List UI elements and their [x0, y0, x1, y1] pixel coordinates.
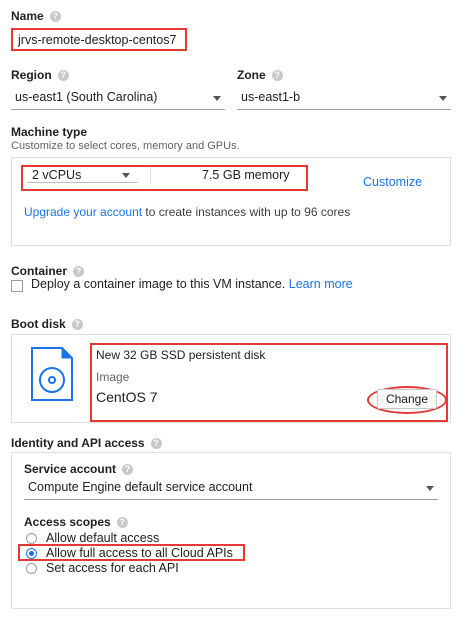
container-checkbox[interactable] — [11, 280, 23, 292]
region-select[interactable]: us-east1 (South Carolina) — [11, 90, 225, 110]
identity-label: Identity and API access — [11, 436, 145, 450]
chevron-down-icon — [426, 486, 434, 491]
scope-option-label: Set access for each API — [46, 561, 179, 575]
name-label: Name — [11, 9, 44, 23]
access-scopes-label: Access scopes — [24, 515, 111, 529]
zone-section-label: Zone? — [237, 68, 283, 82]
container-checkbox-text: Deploy a container image to this VM inst… — [31, 277, 286, 291]
machine-type-highlight — [21, 165, 308, 191]
machine-type-subtitle: Customize to select cores, memory and GP… — [11, 140, 240, 152]
identity-section-label: Identity and API access? — [11, 436, 162, 450]
customize-link[interactable]: Customize — [363, 175, 422, 189]
upgrade-line: Upgrade your account to create instances… — [24, 205, 350, 219]
help-icon[interactable]: ? — [71, 319, 83, 331]
upgrade-account-link[interactable]: Upgrade your account — [24, 205, 142, 219]
name-input-value: jrvs-remote-desktop-centos7 — [18, 33, 177, 47]
scope-option-full-access[interactable]: Allow full access to all Cloud APIs — [24, 546, 264, 562]
container-section-label: Container? — [11, 264, 85, 278]
boot-disk-panel: New 32 GB SSD persistent disk Image Cent… — [11, 334, 451, 423]
help-icon[interactable]: ? — [122, 464, 134, 476]
service-account-value: Compute Engine default service account — [28, 480, 253, 494]
learn-more-link[interactable]: Learn more — [289, 277, 353, 291]
help-icon[interactable]: ? — [49, 11, 61, 23]
disk-icon — [31, 347, 73, 401]
image-label: Image — [96, 370, 130, 384]
region-select-value: us-east1 (South Carolina) — [15, 90, 158, 104]
scope-option-label: Allow full access to all Cloud APIs — [46, 546, 233, 560]
zone-select[interactable]: us-east1-b — [237, 90, 451, 110]
scope-option-label: Allow default access — [46, 531, 160, 545]
scope-option-each-api[interactable]: Set access for each API — [24, 561, 264, 577]
container-checkbox-label: Deploy a container image to this VM inst… — [31, 277, 353, 291]
service-account-select[interactable]: Compute Engine default service account — [24, 480, 438, 500]
radio-button[interactable] — [26, 533, 37, 544]
change-button[interactable]: Change — [377, 389, 437, 409]
container-label: Container — [11, 264, 68, 278]
upgrade-text: to create instances with up to 96 cores — [142, 205, 351, 219]
chevron-down-icon — [439, 96, 447, 101]
boot-disk-description: New 32 GB SSD persistent disk — [96, 348, 266, 362]
radio-button-selected[interactable] — [26, 548, 37, 559]
zone-label: Zone — [237, 68, 266, 82]
help-icon[interactable]: ? — [57, 70, 69, 82]
service-account-section-label: Service account? — [24, 462, 134, 476]
access-scopes-section-label: Access scopes? — [24, 515, 128, 529]
help-icon[interactable]: ? — [73, 266, 85, 278]
boot-disk-label: Boot disk — [11, 317, 66, 331]
name-input[interactable]: jrvs-remote-desktop-centos7 — [11, 28, 187, 51]
radio-button[interactable] — [26, 563, 37, 574]
boot-disk-section-label: Boot disk? — [11, 317, 83, 331]
region-label: Region — [11, 68, 52, 82]
help-icon[interactable]: ? — [271, 70, 283, 82]
region-section-label: Region? — [11, 68, 69, 82]
service-account-label: Service account — [24, 462, 117, 476]
identity-panel: Service account? Compute Engine default … — [11, 452, 451, 609]
help-icon[interactable]: ? — [116, 517, 128, 529]
name-section-label: Name? — [11, 9, 61, 23]
disk-image-icon — [30, 346, 74, 402]
machine-type-label: Machine type — [11, 125, 88, 139]
help-icon[interactable]: ? — [150, 438, 162, 450]
zone-select-value: us-east1-b — [241, 90, 301, 104]
machine-type-panel: 2 vCPUs 7.5 GB memory Customize Upgrade … — [11, 157, 451, 246]
image-value: CentOS 7 — [96, 389, 158, 405]
chevron-down-icon — [213, 96, 221, 101]
